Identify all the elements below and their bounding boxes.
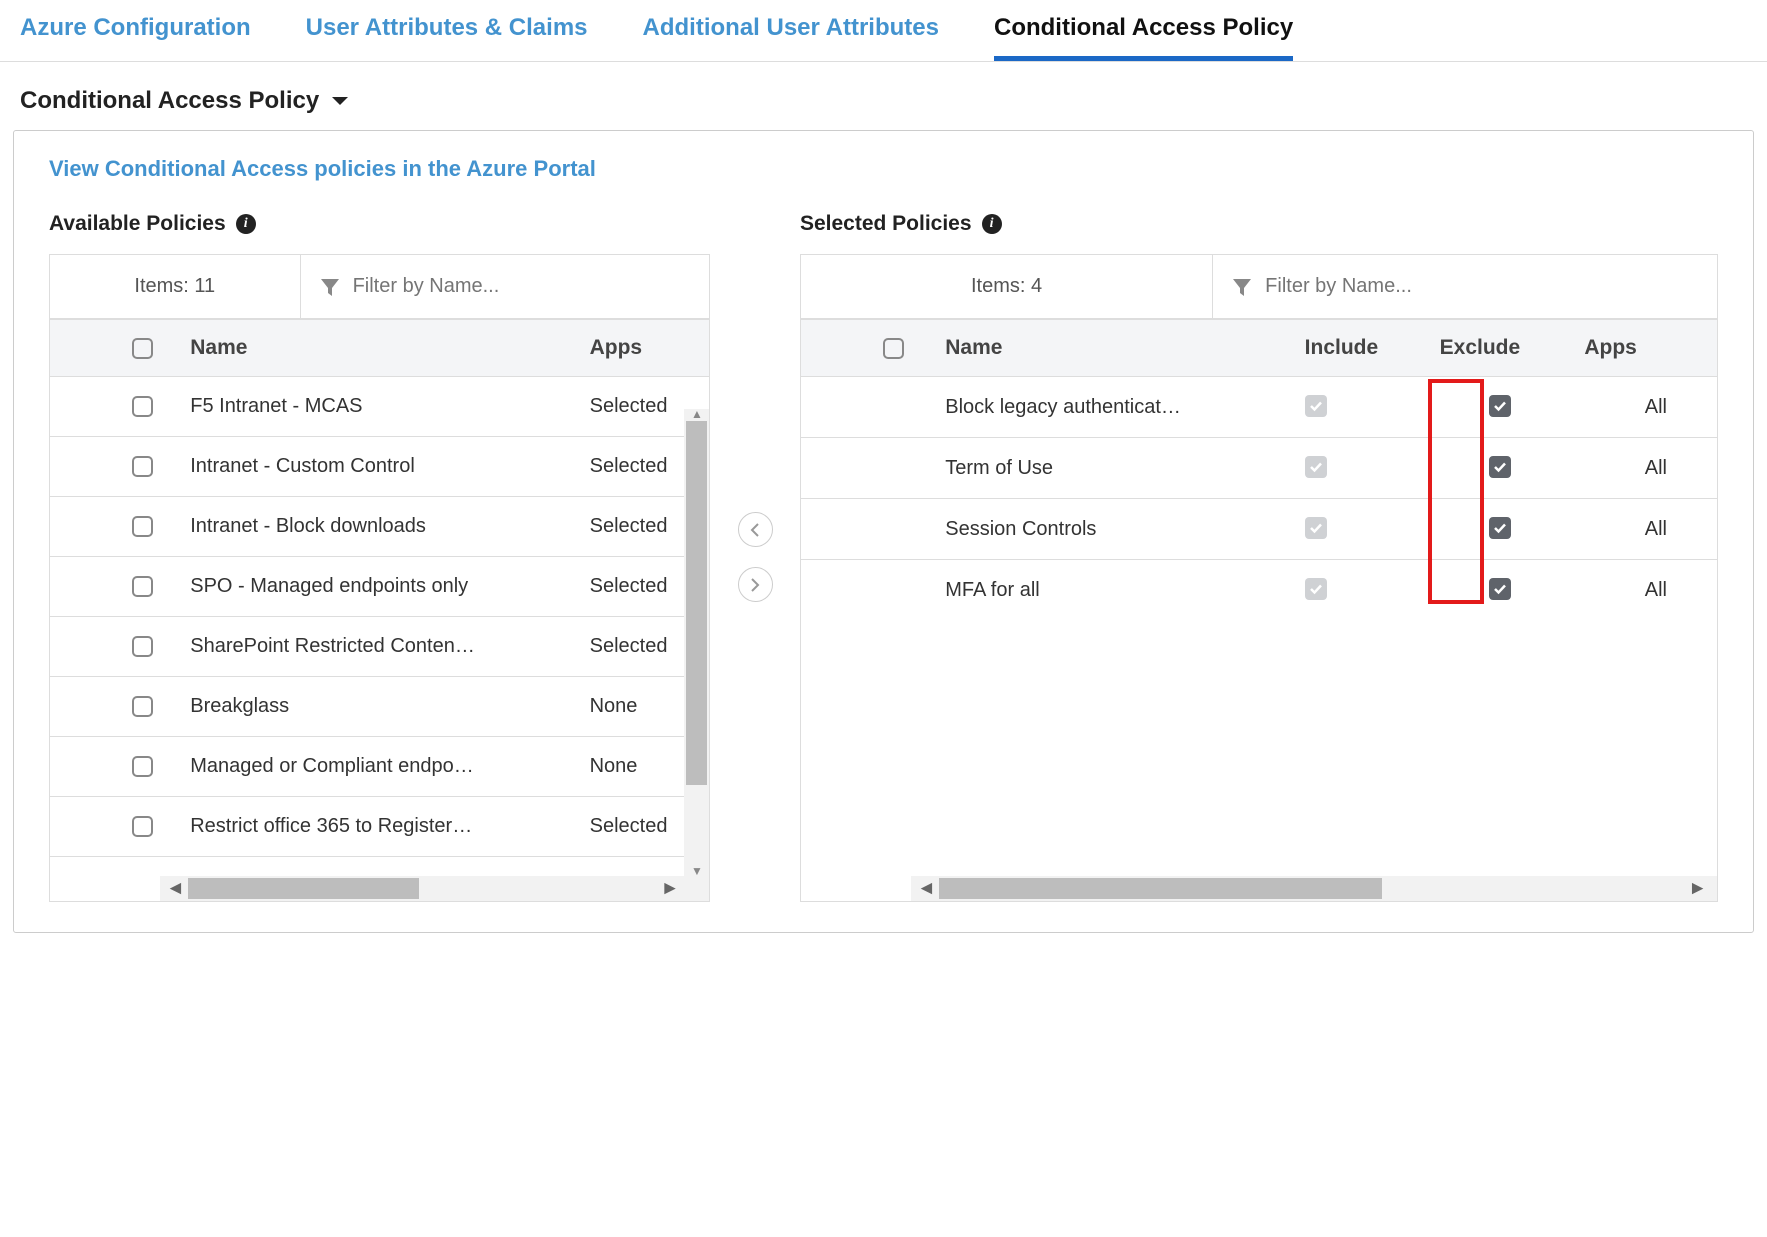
check-icon[interactable] <box>1489 456 1511 478</box>
table-row: Intranet - Custom ControlSelected <box>50 437 709 497</box>
check-icon[interactable] <box>1489 517 1511 539</box>
check-icon[interactable] <box>1489 395 1511 417</box>
row-name: MFA for all <box>933 560 1292 621</box>
row-apps: All <box>1572 560 1717 621</box>
row-name: Intranet - Block downloads <box>178 497 577 557</box>
row-name: Session Controls <box>933 499 1292 560</box>
info-icon[interactable]: i <box>982 214 1002 234</box>
tab-azure-configuration[interactable]: Azure Configuration <box>20 0 251 61</box>
section-header[interactable]: Conditional Access Policy <box>0 62 1767 130</box>
table-row: MFA for all All <box>801 560 1717 621</box>
table-row: Session Controls All <box>801 499 1717 560</box>
row-checkbox[interactable] <box>132 456 153 477</box>
table-row: Block legacy authenticat… All <box>801 377 1717 438</box>
exclude-cell <box>1428 438 1573 499</box>
row-apps: All <box>1572 499 1717 560</box>
info-icon[interactable]: i <box>236 214 256 234</box>
table-row: Block allSelected <box>50 857 709 877</box>
available-select-all-checkbox[interactable] <box>132 338 153 359</box>
selected-header-name: Name <box>933 320 1292 377</box>
check-icon[interactable] <box>1305 578 1327 600</box>
selected-filter-input[interactable] <box>1265 275 1699 298</box>
section-title: Conditional Access Policy <box>20 87 319 115</box>
available-header-name: Name <box>178 320 577 377</box>
tab-bar: Azure Configuration User Attributes & Cl… <box>0 0 1767 62</box>
check-icon[interactable] <box>1305 395 1327 417</box>
table-row: BreakglassNone <box>50 677 709 737</box>
row-name: Managed or Compliant endpo… <box>178 737 577 797</box>
azure-portal-link[interactable]: View Conditional Access policies in the … <box>49 156 596 181</box>
selected-header-apps: Apps <box>1572 320 1717 377</box>
table-row: SharePoint Restricted Conten…Selected <box>50 617 709 677</box>
table-row: Restrict office 365 to Register…Selected <box>50 797 709 857</box>
selected-select-all-checkbox[interactable] <box>883 338 904 359</box>
horizontal-scrollbar[interactable]: ◄ ► <box>160 876 709 901</box>
available-filter-input[interactable] <box>353 275 692 298</box>
row-apps: All <box>1572 377 1717 438</box>
row-name: Intranet - Custom Control <box>178 437 577 497</box>
row-name: Block legacy authenticat… <box>933 377 1292 438</box>
row-name: F5 Intranet - MCAS <box>178 377 577 437</box>
row-checkbox[interactable] <box>132 636 153 657</box>
row-checkbox[interactable] <box>132 516 153 537</box>
row-name: Term of Use <box>933 438 1292 499</box>
available-policies-panel: Available Policies i Items: 11 <box>49 212 710 902</box>
include-cell <box>1293 499 1428 560</box>
exclude-cell <box>1428 499 1573 560</box>
include-cell <box>1293 377 1428 438</box>
filter-icon <box>1231 276 1253 298</box>
table-row: SPO - Managed endpoints onlySelected <box>50 557 709 617</box>
exclude-cell <box>1428 377 1573 438</box>
move-left-button[interactable] <box>738 512 773 547</box>
check-icon[interactable] <box>1305 517 1327 539</box>
available-policies-title: Available Policies <box>49 212 226 236</box>
table-row: F5 Intranet - MCASSelected <box>50 377 709 437</box>
check-icon[interactable] <box>1489 578 1511 600</box>
include-cell <box>1293 560 1428 621</box>
row-name: SPO - Managed endpoints only <box>178 557 577 617</box>
row-checkbox[interactable] <box>132 756 153 777</box>
policy-panel-container: View Conditional Access policies in the … <box>13 130 1754 933</box>
row-checkbox[interactable] <box>132 576 153 597</box>
tab-user-attributes-claims[interactable]: User Attributes & Claims <box>306 0 588 61</box>
selected-header-include: Include <box>1293 320 1428 377</box>
row-name: Block all <box>178 857 577 877</box>
exclude-cell <box>1428 560 1573 621</box>
check-icon[interactable] <box>1305 456 1327 478</box>
horizontal-scrollbar[interactable]: ◄ ► <box>911 876 1717 901</box>
row-name: Breakglass <box>178 677 577 737</box>
tab-conditional-access-policy[interactable]: Conditional Access Policy <box>994 0 1293 61</box>
row-checkbox[interactable] <box>132 696 153 717</box>
row-name: SharePoint Restricted Conten… <box>178 617 577 677</box>
move-right-button[interactable] <box>738 567 773 602</box>
tab-additional-user-attributes[interactable]: Additional User Attributes <box>643 0 939 61</box>
selected-header-exclude: Exclude <box>1428 320 1573 377</box>
include-cell <box>1293 438 1428 499</box>
row-checkbox[interactable] <box>132 816 153 837</box>
row-checkbox[interactable] <box>132 396 153 417</box>
table-row: Intranet - Block downloadsSelected <box>50 497 709 557</box>
selected-policies-title: Selected Policies <box>800 212 972 236</box>
row-apps: All <box>1572 438 1717 499</box>
selected-policies-panel: Selected Policies i Items: 4 <box>800 212 1718 902</box>
available-items-count: Items: 11 <box>50 255 301 318</box>
transfer-buttons <box>710 212 800 902</box>
filter-icon <box>319 276 341 298</box>
table-row: Managed or Compliant endpo…None <box>50 737 709 797</box>
available-header-apps: Apps <box>578 320 710 377</box>
row-name: Restrict office 365 to Register… <box>178 797 577 857</box>
selected-items-count: Items: 4 <box>801 255 1213 318</box>
vertical-scrollbar[interactable]: ▲ ▼ <box>684 409 709 876</box>
caret-down-icon[interactable] <box>331 95 349 107</box>
table-row: Term of Use All <box>801 438 1717 499</box>
